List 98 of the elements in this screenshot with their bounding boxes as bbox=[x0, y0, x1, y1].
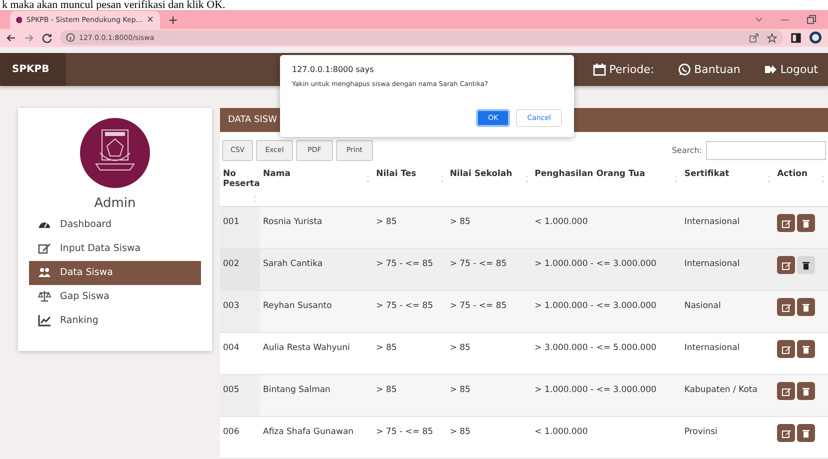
logout-icon bbox=[764, 62, 778, 76]
profile-avatar-icon[interactable] bbox=[809, 31, 822, 44]
table-cell: Reyhan Susanto bbox=[260, 290, 374, 332]
edit-button[interactable] bbox=[777, 382, 796, 400]
table-cell: Aulia Resta Wahyuni bbox=[260, 332, 374, 374]
table-cell: Sarah Cantika bbox=[260, 248, 374, 290]
trash-icon bbox=[802, 344, 810, 354]
nav-link[interactable]: Bantuan bbox=[678, 62, 740, 76]
sidebar-item[interactable]: Data Siswa bbox=[29, 260, 201, 284]
reload-icon[interactable] bbox=[42, 32, 52, 43]
sidebar-item[interactable]: Ranking bbox=[29, 308, 201, 332]
table-cell: > 85 bbox=[446, 206, 532, 248]
table-cell: > 85 bbox=[446, 332, 532, 374]
sort-arrows-icon bbox=[524, 174, 529, 182]
table-cell: > 75 - <= 85 bbox=[373, 416, 447, 458]
table-cell: > 75 - <= 85 bbox=[446, 290, 532, 332]
sidebar-item[interactable]: Gap Siswa bbox=[29, 284, 201, 308]
delete-button[interactable] bbox=[797, 214, 816, 232]
side-panel-icon[interactable] bbox=[791, 32, 801, 43]
school-logo-drawing bbox=[80, 118, 150, 188]
sort-arrows-icon bbox=[440, 174, 444, 182]
edit-button[interactable] bbox=[777, 298, 796, 316]
calendar-icon bbox=[593, 62, 606, 76]
table-cell: Bintang Salman bbox=[260, 374, 374, 416]
table-cell: > 85 bbox=[446, 416, 532, 458]
edit-button[interactable] bbox=[777, 256, 796, 274]
table-cell: > 3.000.000 - <= 5.000.000 bbox=[532, 332, 682, 374]
table-cell: > 85 bbox=[373, 374, 447, 416]
sort-arrows-icon bbox=[366, 174, 370, 182]
table-cell: Rosnia Yurista bbox=[260, 206, 374, 248]
info-icon bbox=[66, 33, 75, 42]
table-cell: Kabupaten / Kota bbox=[681, 374, 774, 416]
table-cell: > 1.000.000 - <= 3.000.000 bbox=[532, 290, 682, 332]
edit-icon bbox=[782, 428, 791, 438]
table-cell: > 85 bbox=[373, 332, 447, 374]
sort-arrows-icon bbox=[767, 174, 772, 182]
table-cell: 005 bbox=[220, 374, 260, 416]
table-cell: Internasional bbox=[681, 332, 774, 374]
new-tab-button[interactable]: + bbox=[168, 12, 178, 27]
table-cell: < 1.000.000 bbox=[532, 416, 682, 458]
restore-icon[interactable] bbox=[807, 15, 816, 24]
table-cell: 001 bbox=[220, 206, 260, 248]
delete-button[interactable] bbox=[797, 424, 816, 442]
trash-icon bbox=[802, 302, 810, 312]
edit-icon bbox=[38, 242, 51, 255]
brand-name[interactable]: SPKPB bbox=[0, 52, 66, 86]
delete-button[interactable] bbox=[797, 382, 816, 400]
sidebar-item[interactable]: Input Data Siswa bbox=[29, 236, 201, 260]
back-arrow-icon[interactable] bbox=[6, 32, 16, 43]
table-cell: 002 bbox=[220, 248, 260, 290]
table-cell: Internasional bbox=[681, 248, 774, 290]
table-cell: Provinsi bbox=[681, 416, 774, 458]
table-cell: > 75 - <= 85 bbox=[446, 248, 532, 290]
user-name: Admin bbox=[94, 196, 136, 210]
table-cell: > 85 bbox=[373, 206, 447, 248]
table-cell: 004 bbox=[220, 332, 260, 374]
star-icon[interactable] bbox=[767, 32, 777, 43]
trash-icon bbox=[802, 260, 810, 270]
table-cell: < 1.000.000 bbox=[532, 206, 682, 248]
edit-button[interactable] bbox=[777, 424, 796, 442]
table-cell: > 85 bbox=[446, 374, 532, 416]
table-cell: 003 bbox=[220, 290, 260, 332]
table-cell: > 1.000.000 - <= 3.000.000 bbox=[532, 374, 682, 416]
tab-close-button[interactable]: × bbox=[146, 14, 154, 25]
delete-button[interactable] bbox=[797, 340, 816, 358]
line-chart-icon bbox=[38, 314, 51, 327]
delete-button[interactable] bbox=[797, 256, 816, 274]
nav-link[interactable]: Periode: bbox=[593, 62, 654, 76]
search-label: Search: bbox=[672, 146, 702, 154]
caption-text: k maka akan muncul pesan verifikasi dan klik OK. bbox=[1, 0, 226, 10]
trash-icon bbox=[802, 218, 810, 228]
site-logo-icon bbox=[16, 14, 22, 25]
edit-icon bbox=[782, 386, 791, 396]
edit-button[interactable] bbox=[777, 214, 796, 232]
balance-scale-icon bbox=[38, 290, 51, 303]
delete-button[interactable] bbox=[797, 298, 816, 316]
chat-bubble-icon bbox=[678, 62, 692, 76]
nav-link[interactable]: Logout bbox=[764, 62, 818, 76]
edit-icon bbox=[782, 218, 791, 228]
table-cell: > 1.000.000 - <= 3.000.000 bbox=[532, 248, 682, 290]
share-icon[interactable] bbox=[749, 32, 759, 43]
table-cell: Afiza Shafa Gunawan bbox=[260, 416, 374, 458]
edit-icon bbox=[782, 344, 791, 354]
users-icon bbox=[38, 266, 51, 279]
trash-icon bbox=[802, 386, 810, 396]
edit-icon bbox=[782, 302, 791, 312]
edit-button[interactable] bbox=[777, 340, 796, 358]
dialog-title: 127.0.0.1:8000 says bbox=[292, 65, 375, 74]
trash-icon bbox=[802, 428, 810, 438]
table-cell: Nasional bbox=[681, 290, 774, 332]
table-cell: 006 bbox=[220, 416, 260, 458]
table-cell: > 75 - <= 85 bbox=[373, 290, 447, 332]
table-cell: > 75 - <= 85 bbox=[373, 248, 447, 290]
table-cell: Internasional bbox=[681, 206, 774, 248]
sidebar-item[interactable]: Dashboard bbox=[29, 212, 201, 236]
sort-arrows-icon bbox=[674, 174, 678, 182]
search-field[interactable] bbox=[706, 140, 826, 160]
edit-icon bbox=[782, 260, 791, 270]
